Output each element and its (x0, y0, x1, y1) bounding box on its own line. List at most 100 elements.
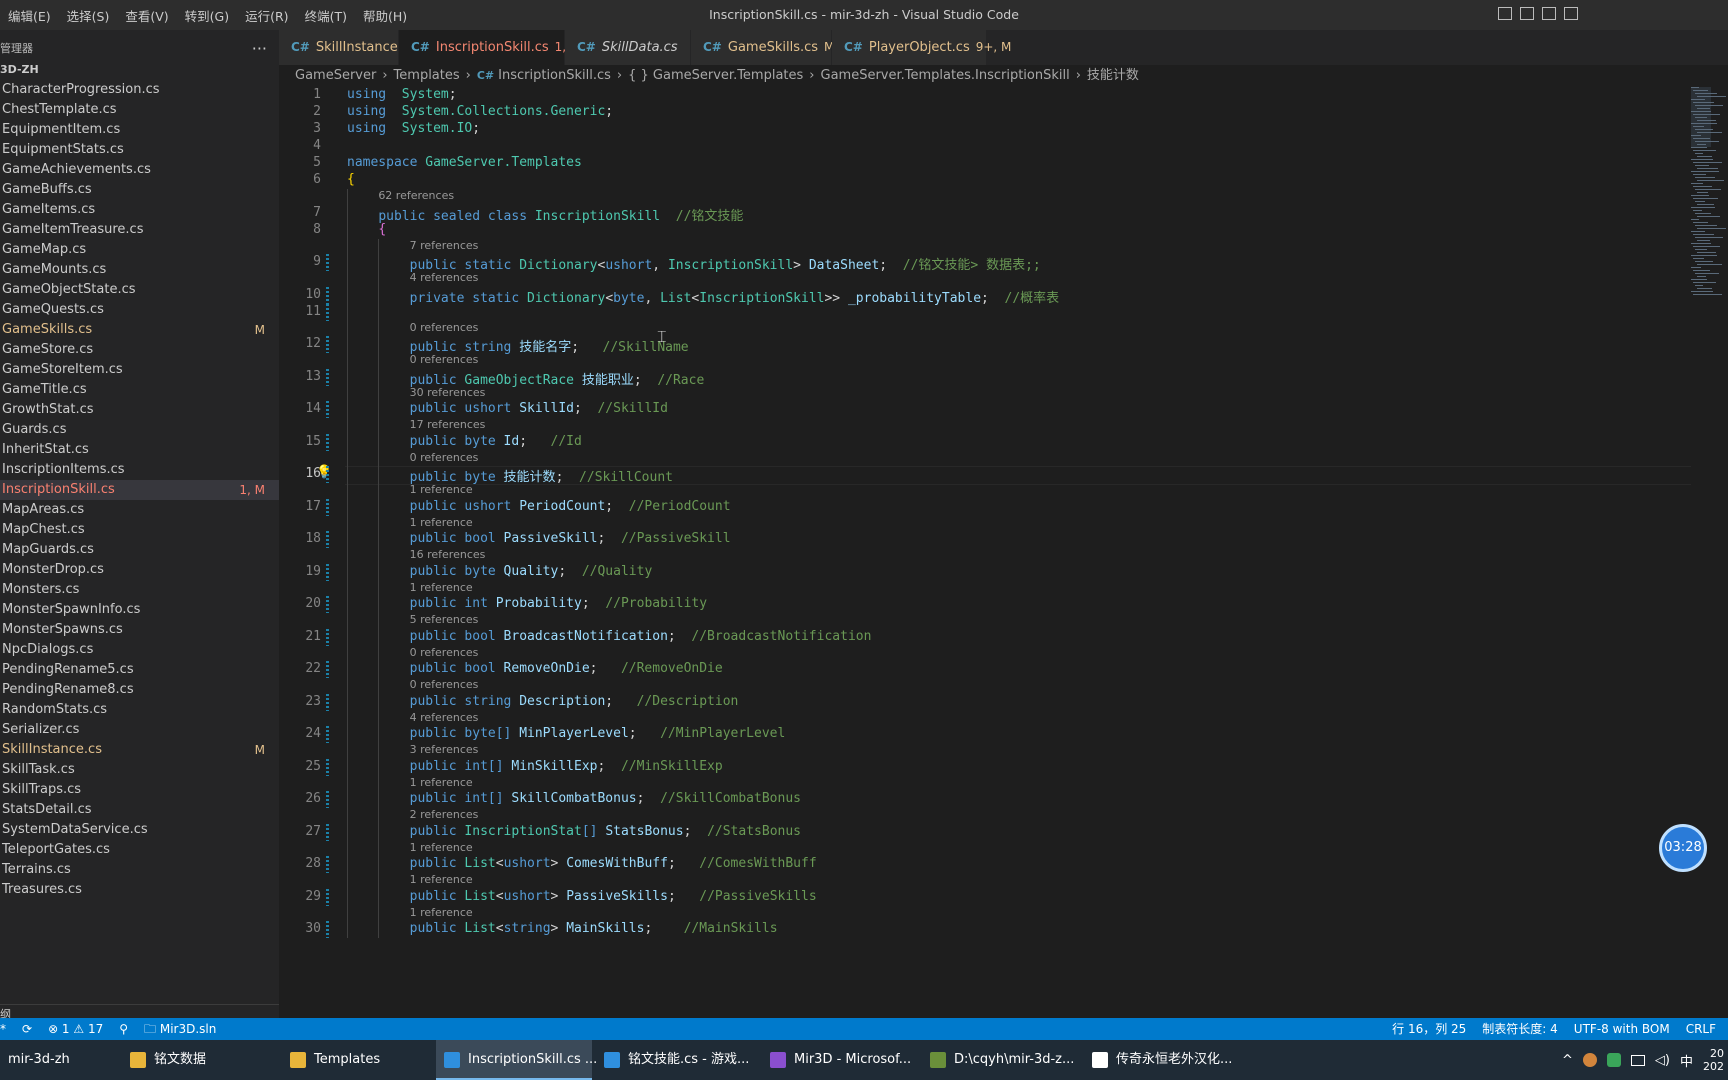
file-item[interactable]: ChestTemplate.cs (0, 100, 279, 120)
breadcrumb-item[interactable]: { } GameServer.Templates (628, 68, 803, 83)
editor-tab[interactable]: C#InscriptionSkill.cs1, M✕ (399, 30, 602, 65)
toggle-sidebar-icon[interactable] (1498, 7, 1512, 20)
file-encoding[interactable]: UTF-8 with BOM (1574, 1018, 1670, 1040)
file-item[interactable]: SkillInstance.cs M (0, 740, 279, 760)
codelens-references[interactable]: 4 references (410, 271, 479, 284)
input-method-indicator[interactable]: 中 (1680, 1051, 1693, 1070)
file-item[interactable]: Guards.cs (0, 420, 279, 440)
file-item[interactable]: GameSkills.cs M (0, 320, 279, 340)
breadcrumb-item[interactable]: 技能计数 (1087, 68, 1139, 83)
show-hidden-icons-icon[interactable]: ^ (1562, 1053, 1573, 1068)
taskbar-app[interactable]: mir-3d-zh (0, 1040, 118, 1080)
file-item[interactable]: CharacterProgression.cs (0, 82, 279, 100)
status-item[interactable]: * (0, 1018, 6, 1040)
file-item[interactable]: NpcDialogs.cs (0, 640, 279, 660)
file-item[interactable]: GameStore.cs (0, 340, 279, 360)
menu-item[interactable]: 运行(R) (237, 6, 296, 25)
file-item[interactable]: Terrains.cs (0, 860, 279, 880)
taskbar-app[interactable]: 铭文技能.cs - 游戏... (596, 1040, 758, 1080)
codelens-references[interactable]: 5 references (410, 613, 479, 626)
file-item[interactable]: MapChest.cs (0, 520, 279, 540)
taskbar-app[interactable]: 传奇永恒老外汉化... (1084, 1040, 1234, 1080)
file-item[interactable]: GameTitle.cs (0, 380, 279, 400)
file-item[interactable]: MonsterSpawns.cs (0, 620, 279, 640)
toggle-panel-icon[interactable] (1520, 7, 1534, 20)
editor-tab[interactable]: C# GameSkills.cs M (691, 30, 834, 65)
file-item[interactable]: GameMap.cs (0, 240, 279, 260)
codelens-references[interactable]: 1 reference (410, 841, 473, 854)
editor-tab[interactable]: C#SkillInstance.csM (279, 30, 432, 65)
more-actions-icon[interactable]: ··· (252, 39, 267, 58)
menu-item[interactable]: 编辑(E) (0, 6, 59, 25)
clock[interactable]: 20 202 (1703, 1047, 1724, 1073)
menu-item[interactable]: 帮助(H) (355, 6, 415, 25)
status-item[interactable]: ⟳ (22, 1018, 32, 1040)
status-item[interactable]: ⊗ 1 ⚠ 17 (48, 1018, 103, 1040)
codelens-references[interactable]: 0 references (410, 451, 479, 464)
breadcrumb-item[interactable]: InscriptionSkill.cs (498, 68, 611, 83)
file-item[interactable]: InscriptionItems.cs (0, 460, 279, 480)
breadcrumb-item[interactable]: GameServer.Templates.InscriptionSkill (821, 68, 1070, 83)
codelens-references[interactable]: 0 references (410, 678, 479, 691)
file-item[interactable]: PendingRename8.cs (0, 680, 279, 700)
editor-tab[interactable]: C# SkillData.cs (565, 30, 691, 65)
breadcrumb-item[interactable]: GameServer (295, 68, 376, 83)
editor-tab[interactable]: C# PlayerObject.cs 9+, M (832, 30, 1011, 65)
file-item[interactable]: MapGuards.cs (0, 540, 279, 560)
taskbar-app[interactable]: Mir3D - Microsof... (762, 1040, 918, 1080)
file-item[interactable]: InscriptionSkill.cs 1, M (0, 480, 279, 500)
file-item[interactable]: PendingRename5.cs (0, 660, 279, 680)
end-of-line[interactable]: CRLF (1686, 1018, 1716, 1040)
file-item[interactable]: Monsters.cs (0, 580, 279, 600)
file-item[interactable]: SkillTask.cs (0, 760, 279, 780)
file-item[interactable]: GameBuffs.cs (0, 180, 279, 200)
codelens-references[interactable]: 1 reference (410, 906, 473, 919)
file-item[interactable]: GrowthStat.cs (0, 400, 279, 420)
file-item[interactable]: GameMounts.cs (0, 260, 279, 280)
taskbar-app[interactable]: Templates (282, 1040, 432, 1080)
file-item[interactable]: GameStoreItem.cs (0, 360, 279, 380)
codelens-references[interactable]: 0 references (410, 353, 479, 366)
file-item[interactable]: EquipmentItem.cs (0, 120, 279, 140)
tray-app2-icon[interactable] (1606, 1053, 1621, 1067)
file-item[interactable]: StatsDetail.cs (0, 800, 279, 820)
codelens-references[interactable]: 17 references (410, 418, 486, 431)
tray-app-icon[interactable] (1582, 1053, 1597, 1067)
code-editor[interactable]: 1 using System; 2 using System.Collections.… (279, 87, 1691, 1018)
codelens-references[interactable]: 0 references (410, 321, 479, 334)
minimap[interactable] (1691, 87, 1728, 327)
file-item[interactable]: EquipmentStats.cs (0, 140, 279, 160)
file-item[interactable]: GameAchievements.cs (0, 160, 279, 180)
file-item[interactable]: Treasures.cs (0, 880, 279, 900)
breadcrumb-item[interactable]: Templates (394, 68, 460, 83)
codelens-references[interactable]: 2 references (410, 808, 479, 821)
recording-timer[interactable]: 03:28 (1659, 824, 1707, 872)
file-item[interactable]: GameObjectState.cs (0, 280, 279, 300)
file-item[interactable]: MonsterSpawnInfo.cs (0, 600, 279, 620)
status-item[interactable]: 🗀 Mir3D.sln (144, 1018, 216, 1040)
codelens-references[interactable]: 1 reference (410, 516, 473, 529)
file-item[interactable]: SkillTraps.cs (0, 780, 279, 800)
file-item[interactable]: Serializer.cs (0, 720, 279, 740)
toggle-secondary-sidebar-icon[interactable] (1542, 7, 1556, 20)
tab-size[interactable]: 制表符长度: 4 (1482, 1018, 1558, 1040)
customize-layout-icon[interactable] (1564, 7, 1578, 20)
codelens-references[interactable]: 1 reference (410, 581, 473, 594)
codelens-references[interactable]: 1 reference (410, 776, 473, 789)
volume-icon[interactable]: ◁) (1655, 1053, 1670, 1068)
taskbar-app[interactable]: InscriptionSkill.cs ... (436, 1040, 597, 1080)
menu-item[interactable]: 选择(S) (59, 6, 118, 25)
file-item[interactable]: InheritStat.cs (0, 440, 279, 460)
codelens-references[interactable]: 1 reference (410, 873, 473, 886)
codelens-references[interactable]: 30 references (410, 386, 486, 399)
codelens-references[interactable]: 4 references (410, 711, 479, 724)
file-item[interactable]: MapAreas.cs (0, 500, 279, 520)
codelens-references[interactable]: 16 references (410, 548, 486, 561)
file-item[interactable]: GameQuests.cs (0, 300, 279, 320)
file-item[interactable]: RandomStats.cs (0, 700, 279, 720)
taskbar-app[interactable]: D:\cqyh\mir-3d-z... (922, 1040, 1080, 1080)
file-item[interactable]: TeleportGates.cs (0, 840, 279, 860)
file-item[interactable]: SystemDataService.cs (0, 820, 279, 840)
file-item[interactable]: MonsterDrop.cs (0, 560, 279, 580)
codelens-references[interactable]: 7 references (410, 239, 479, 252)
